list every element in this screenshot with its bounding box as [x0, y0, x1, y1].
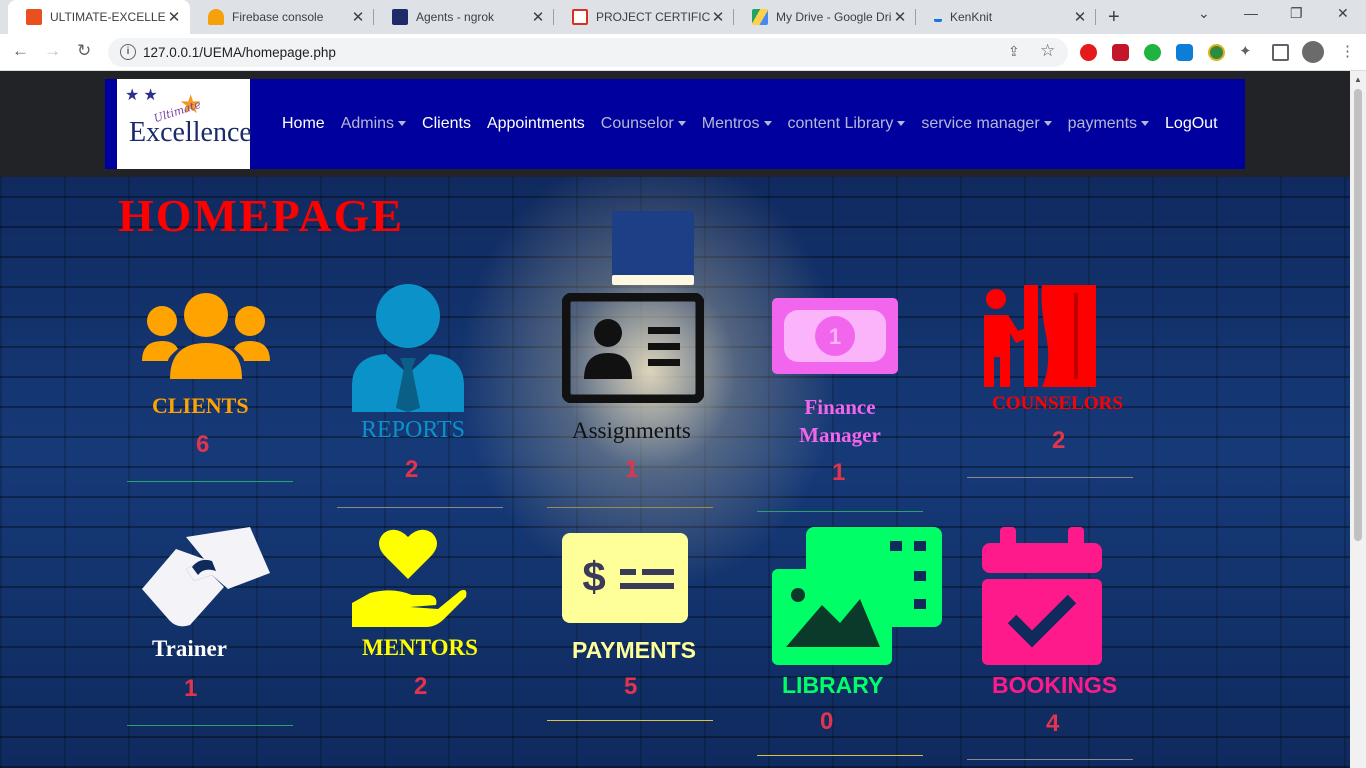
caret-down-icon — [677, 121, 686, 127]
tab-search-chevron-icon[interactable]: ⌄ — [1198, 5, 1210, 22]
tab-project-certificate[interactable]: PROJECT CERTIFICATE ✕ — [554, 0, 734, 34]
svg-text:$: $ — [582, 553, 605, 600]
caret-down-icon — [1043, 121, 1052, 127]
url-text[interactable]: 127.0.0.1/UEMA/homepage.php — [143, 45, 336, 60]
reload-icon[interactable]: ↻ — [77, 41, 91, 61]
money-check-icon: $ — [562, 533, 688, 623]
tab-agents-ngrok[interactable]: Agents - ngrok ✕ — [374, 0, 554, 34]
profile-avatar[interactable] — [1302, 41, 1324, 63]
check-extension-icon[interactable] — [1144, 44, 1161, 61]
adblock-extension-icon[interactable] — [1080, 44, 1097, 61]
id-card-icon — [562, 293, 704, 403]
money-bill-icon: 1 — [772, 298, 898, 374]
stars-icon: ★★ — [125, 87, 162, 104]
nav-link-logout[interactable]: LogOut — [1165, 115, 1217, 133]
nav-link-admins[interactable]: Admins — [341, 115, 407, 133]
calendar-check-icon — [982, 527, 1102, 665]
video-extension-icon[interactable] — [1112, 44, 1129, 61]
page-viewport: ★★ ★ Ultimate Excellence Home Admins Clien… — [0, 71, 1350, 768]
site-navbar: ★★ ★ Ultimate Excellence Home Admins Clien… — [105, 79, 1245, 169]
nav-link-clients[interactable]: Clients — [422, 115, 471, 133]
back-icon[interactable]: ← — [12, 41, 29, 61]
ngrok-favicon-icon — [392, 9, 408, 25]
tab-ultimate-excellence[interactable]: ULTIMATE-EXCELLENC ✕ — [8, 0, 190, 34]
kenknit-favicon-icon — [934, 12, 942, 22]
address-bar[interactable]: i 127.0.0.1/UEMA/homepage.php ⇪ ☆ — [108, 38, 1068, 67]
minimize-icon[interactable]: — — [1244, 5, 1258, 21]
gmail-favicon-icon — [572, 9, 588, 25]
wall-lamp — [612, 211, 694, 285]
nav-link-content-library[interactable]: content Library — [788, 115, 906, 133]
nav-links: Home Admins Clients Appointments Counselor Me… — [282, 115, 1234, 133]
new-tab-icon[interactable]: + — [1108, 6, 1120, 29]
browser-toolbar: ← → ↻ i 127.0.0.1/UEMA/homepage.php ⇪ ☆ … — [0, 34, 1366, 71]
svg-text:1: 1 — [829, 324, 841, 349]
nav-link-service-manager[interactable]: service manager — [921, 115, 1052, 133]
nav-link-mentros[interactable]: Mentros — [702, 115, 772, 133]
page-title: HOMEPAGE — [118, 190, 405, 241]
firebase-favicon-icon — [208, 9, 224, 25]
xampp-favicon-icon — [26, 9, 42, 25]
site-logo[interactable]: ★★ ★ Ultimate Excellence — [117, 79, 252, 169]
globe-extension-icon[interactable] — [1208, 44, 1225, 61]
person-booth-icon — [984, 285, 1096, 387]
caret-down-icon — [1141, 121, 1150, 127]
browser-tab-bar: ULTIMATE-EXCELLENC ✕ Firebase console ✕ … — [0, 0, 1366, 34]
site-info-icon[interactable]: i — [120, 44, 136, 60]
drive-favicon-icon — [752, 9, 768, 25]
tab-google-drive[interactable]: My Drive - Google Dri ✕ — [734, 0, 916, 34]
tab-kenknit[interactable]: KenKnit ✕ — [916, 0, 1096, 34]
close-window-icon[interactable]: ✕ — [1337, 5, 1349, 22]
close-tab-icon[interactable]: ✕ — [892, 8, 908, 26]
side-panel-icon[interactable] — [1272, 44, 1289, 61]
close-tab-icon[interactable]: ✕ — [710, 8, 726, 26]
restore-icon[interactable]: ❐ — [1290, 5, 1303, 22]
forward-icon[interactable]: → — [44, 41, 61, 61]
hand-holding-heart-icon — [352, 529, 467, 627]
extensions-puzzle-icon[interactable]: ✦ — [1239, 42, 1252, 60]
page-scrollbar[interactable]: ▲ — [1350, 71, 1366, 768]
close-tab-icon[interactable]: ✕ — [166, 8, 182, 26]
caret-down-icon — [398, 121, 407, 127]
close-tab-icon[interactable]: ✕ — [1072, 8, 1088, 26]
nav-link-payments[interactable]: payments — [1068, 115, 1150, 133]
photo-video-icon — [772, 527, 942, 665]
scrollbar-thumb[interactable] — [1354, 89, 1362, 541]
scroll-up-icon[interactable]: ▲ — [1354, 75, 1362, 84]
nav-link-home[interactable]: Home — [282, 115, 325, 133]
caret-down-icon — [897, 121, 906, 127]
caret-down-icon — [763, 121, 772, 127]
share-icon[interactable]: ⇪ — [1008, 43, 1020, 60]
handshake-icon — [142, 527, 270, 627]
tab-firebase-console[interactable]: Firebase console ✕ — [190, 0, 374, 34]
user-tie-icon — [352, 284, 464, 412]
close-tab-icon[interactable]: ✕ — [530, 8, 546, 26]
nav-link-appointments[interactable]: Appointments — [487, 115, 585, 133]
s-extension-icon[interactable] — [1176, 44, 1193, 61]
bookmark-star-icon[interactable]: ☆ — [1040, 41, 1055, 61]
users-icon — [142, 293, 270, 379]
nav-link-counselor[interactable]: Counselor — [601, 115, 686, 133]
close-tab-icon[interactable]: ✕ — [350, 8, 366, 26]
menu-kebab-icon[interactable]: ⋮ — [1340, 42, 1355, 60]
